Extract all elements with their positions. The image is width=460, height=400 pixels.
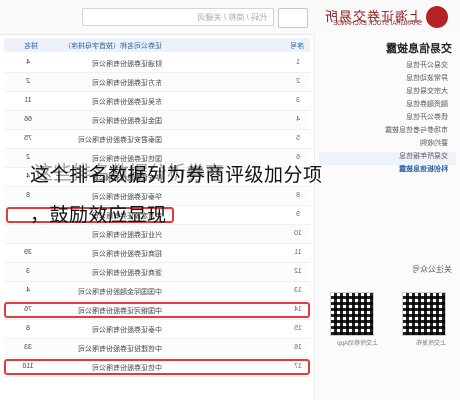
broker-name: 国金证券股份有限公司 xyxy=(92,118,162,125)
table-row[interactable]: 2 东方证券股份有限公司 2 xyxy=(4,73,310,92)
search-input[interactable]: 代码 / 简称 / 关键词 xyxy=(82,8,274,26)
row-number: 3 xyxy=(296,97,300,104)
rank-value: 3 xyxy=(26,268,30,275)
qr-code-icon xyxy=(402,292,446,336)
table-row[interactable]: 12 浙商证券股份有限公司 3 xyxy=(4,263,310,282)
broker-name: 国泰君安证券股份有限公司 xyxy=(78,137,162,144)
site-header: 上海证券交易所 SHANGHAI STOCK EXCHANGE 代码 / 简称 … xyxy=(0,0,460,35)
row-number: 11 xyxy=(294,249,302,256)
header-rank: 排名 xyxy=(24,43,38,50)
table-row[interactable]: 15 中泰证券股份有限公司 8 xyxy=(4,320,310,339)
broker-name: 财通证券股份有限公司 xyxy=(92,61,162,68)
logo-english: SHANGHAI STOCK EXCHANGE xyxy=(333,21,422,27)
sse-emblem-icon xyxy=(426,6,448,28)
caption-overlay: 这些排名数据分析券商 这个排名数据列为券商评级加分项 ，鼓励效应显现 xyxy=(0,158,460,248)
sidebar-item[interactable]: 要约收购 xyxy=(420,138,448,148)
search-button[interactable] xyxy=(278,8,308,28)
header-no: 序号 xyxy=(290,43,304,50)
sidebar-item[interactable]: 市场参与者信息披露 xyxy=(385,125,448,135)
broker-name: 东吴证券股份有限公司 xyxy=(92,99,162,106)
row-number: 13 xyxy=(294,287,302,294)
highlight-box xyxy=(4,302,310,318)
table-row[interactable]: 5 国泰君安证券股份有限公司 75 xyxy=(4,130,310,149)
rank-value: 11 xyxy=(24,97,32,104)
table-row[interactable]: 16 中信建投证券股份有限公司 33 xyxy=(4,339,310,358)
broker-name: 东方证券股份有限公司 xyxy=(92,80,162,87)
table-row[interactable]: 4 国金证券股份有限公司 66 xyxy=(4,111,310,130)
sidebar-item[interactable]: 大宗交易信息 xyxy=(406,86,448,96)
broker-name: 招商证券股份有限公司 xyxy=(92,251,162,258)
rank-value: 4 xyxy=(26,287,30,294)
broker-name: 浙商证券股份有限公司 xyxy=(92,270,162,277)
sidebar-title: 交易信息披露 xyxy=(386,43,452,55)
highlight-box xyxy=(4,359,310,375)
table-header: 序号 证券公司名称（按首字母排序） 排名 xyxy=(4,38,310,52)
broker-name: 中国国际金融股份有限公司 xyxy=(78,289,162,296)
screenshot-stage: 上海证券交易所 SHANGHAI STOCK EXCHANGE 代码 / 简称 … xyxy=(0,0,460,400)
broker-name: 中泰证券股份有限公司 xyxy=(92,327,162,334)
rank-value: 39 xyxy=(24,249,32,256)
caption-line-2: ，鼓励效应显现 xyxy=(30,204,167,226)
row-number: 12 xyxy=(294,268,302,275)
qr-code-icon xyxy=(330,292,374,336)
row-number: 16 xyxy=(294,344,302,351)
sidebar-item[interactable]: 交易公开信息 xyxy=(406,60,448,70)
rank-value: 4 xyxy=(26,59,30,66)
table-row[interactable]: 3 东吴证券股份有限公司 11 xyxy=(4,92,310,111)
header-name: 证券公司名称（按首字母排序） xyxy=(64,43,162,50)
row-number: 4 xyxy=(296,116,300,123)
rank-value: 33 xyxy=(24,344,32,351)
sse-logo[interactable]: 上海证券交易所 SHANGHAI STOCK EXCHANGE xyxy=(318,6,448,30)
broker-name: 中信建投证券股份有限公司 xyxy=(78,346,162,353)
row-number: 1 xyxy=(296,59,300,66)
caption-line-1: 这个排名数据列为券商评级加分项 xyxy=(30,164,323,186)
qr-caption: 上交所移动App xyxy=(337,341,378,347)
row-number: 15 xyxy=(294,325,302,332)
sidebar-item[interactable]: 异常波动信息 xyxy=(406,73,448,83)
sidebar-item[interactable]: 融资融券信息 xyxy=(406,99,448,109)
table-row[interactable]: 13 中国国际金融股份有限公司 4 xyxy=(4,282,310,301)
qr-caption: 上交所发布 xyxy=(415,341,446,347)
table-row[interactable]: 1 财通证券股份有限公司 4 xyxy=(4,54,310,73)
row-number: 5 xyxy=(296,135,300,142)
rank-value: 75 xyxy=(24,135,32,142)
row-number: 2 xyxy=(296,78,300,85)
sidebar-item[interactable]: 债券公开信息 xyxy=(406,112,448,122)
follow-us-title: 关注公众号 xyxy=(412,265,452,274)
rank-value: 66 xyxy=(24,116,32,123)
rank-value: 8 xyxy=(26,325,30,332)
rank-value: 2 xyxy=(26,78,30,85)
